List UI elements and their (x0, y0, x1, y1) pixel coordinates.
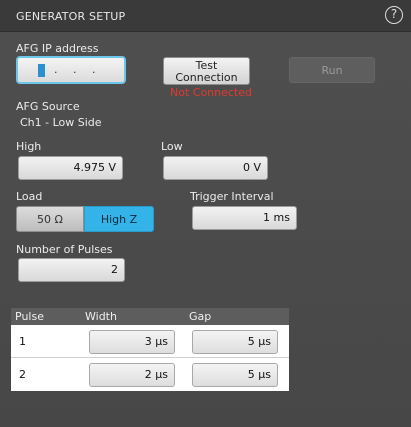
run-button[interactable]: Run (289, 57, 375, 83)
text-cursor (38, 64, 45, 77)
pulse-table-header: Pulse Width Gap (11, 308, 289, 325)
trigger-interval-input[interactable]: 1 ms (192, 206, 297, 230)
connection-status: Not Connected (170, 86, 253, 99)
width-input[interactable]: 2 μs (89, 363, 175, 387)
col-pulse: Pulse (15, 310, 44, 323)
afg-ip-label: AFG IP address (16, 42, 99, 55)
col-width: Width (85, 310, 117, 323)
gap-input[interactable]: 5 μs (192, 363, 278, 387)
load-highz-button[interactable]: High Z (84, 206, 154, 232)
ip-dots: . . . (54, 63, 102, 76)
load-50ohm-button[interactable]: 50 Ω (16, 206, 84, 232)
high-label: High (16, 140, 42, 153)
title-bar: GENERATOR SETUP ? (0, 0, 411, 32)
gap-input[interactable]: 5 μs (192, 330, 278, 354)
test-connection-button[interactable]: Test Connection (163, 57, 250, 85)
pulse-index: 2 (19, 368, 26, 381)
width-input[interactable]: 3 μs (89, 330, 175, 354)
trigger-interval-label: Trigger Interval (190, 190, 274, 203)
table-row: 1 3 μs 5 μs (11, 325, 289, 358)
pulse-table: 1 3 μs 5 μs 2 2 μs 5 μs (11, 325, 289, 391)
pulse-index: 1 (19, 335, 26, 348)
high-input[interactable]: 4.975 V (18, 156, 123, 180)
table-row: 2 2 μs 5 μs (11, 358, 289, 391)
pulses-input[interactable]: 2 (18, 258, 125, 282)
low-input[interactable]: 0 V (163, 156, 268, 180)
load-label: Load (16, 190, 43, 203)
afg-source-value: Ch1 - Low Side (20, 116, 102, 129)
panel-title: GENERATOR SETUP (16, 10, 126, 23)
afg-source-label: AFG Source (16, 100, 80, 113)
help-icon[interactable]: ? (385, 6, 403, 24)
afg-ip-input[interactable]: . . . (16, 56, 126, 84)
col-gap: Gap (189, 310, 212, 323)
pulses-label: Number of Pulses (16, 243, 113, 256)
generator-setup-panel: GENERATOR SETUP ? AFG IP address . . . T… (0, 0, 411, 427)
low-label: Low (161, 140, 183, 153)
